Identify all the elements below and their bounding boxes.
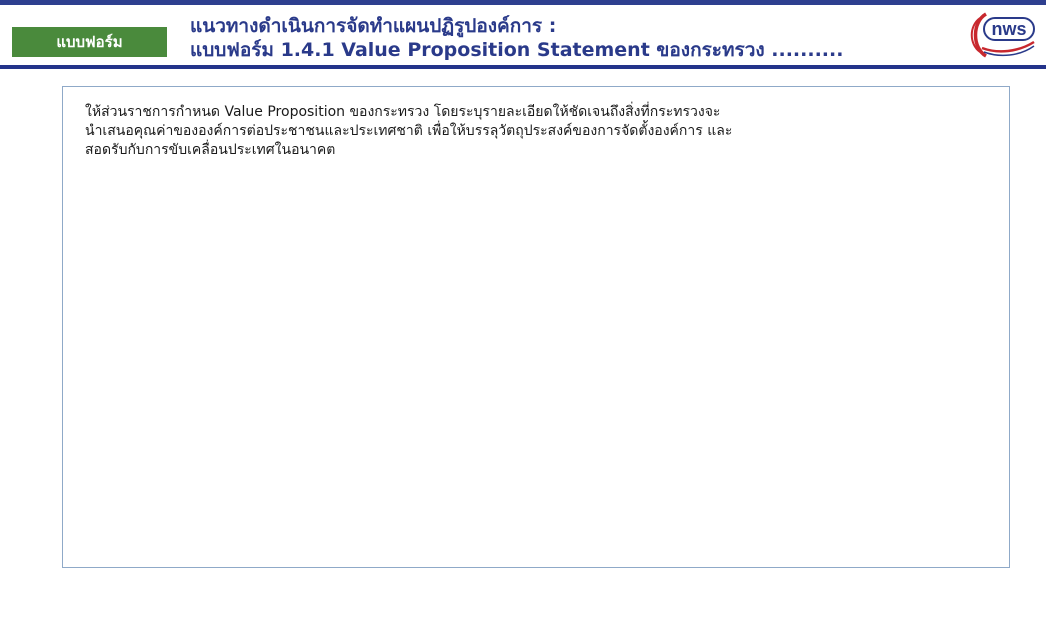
instruction-line: นำเสนอคุณค่าขององค์การต่อประชาชนและประเท… <box>85 123 733 139</box>
form-badge: แบบฟอร์ม <box>12 27 167 57</box>
instruction-text: ให้ส่วนราชการกำหนด Value Proposition ของ… <box>85 103 990 160</box>
instruction-line: ให้ส่วนราชการกำหนด Value Proposition ของ… <box>85 104 721 120</box>
title-line-2: แบบฟอร์ม 1.4.1 Value Proposition Stateme… <box>190 39 844 61</box>
header-bottom-rule <box>0 65 1046 69</box>
content-box: ให้ส่วนราชการกำหนด Value Proposition ของ… <box>62 86 1010 568</box>
title-line-1: แนวทางดำเนินการจัดทำแผนปฏิรูปองค์การ : <box>190 15 557 37</box>
page-title: แนวทางดำเนินการจัดทำแผนปฏิรูปองค์การ : แ… <box>190 14 843 62</box>
logo-text: nws <box>991 19 1026 39</box>
slide: แบบฟอร์ม แนวทางดำเนินการจัดทำแผนปฏิรูปอง… <box>0 0 1046 626</box>
header-top-rule <box>0 0 1046 5</box>
header: แบบฟอร์ม แนวทางดำเนินการจัดทำแผนปฏิรูปอง… <box>0 0 1046 69</box>
ocsc-logo-icon: nws <box>968 8 1036 62</box>
form-badge-label: แบบฟอร์ม <box>56 33 123 51</box>
instruction-line: สอดรับกับการขับเคลื่อนประเทศในอนาคต <box>85 142 336 158</box>
